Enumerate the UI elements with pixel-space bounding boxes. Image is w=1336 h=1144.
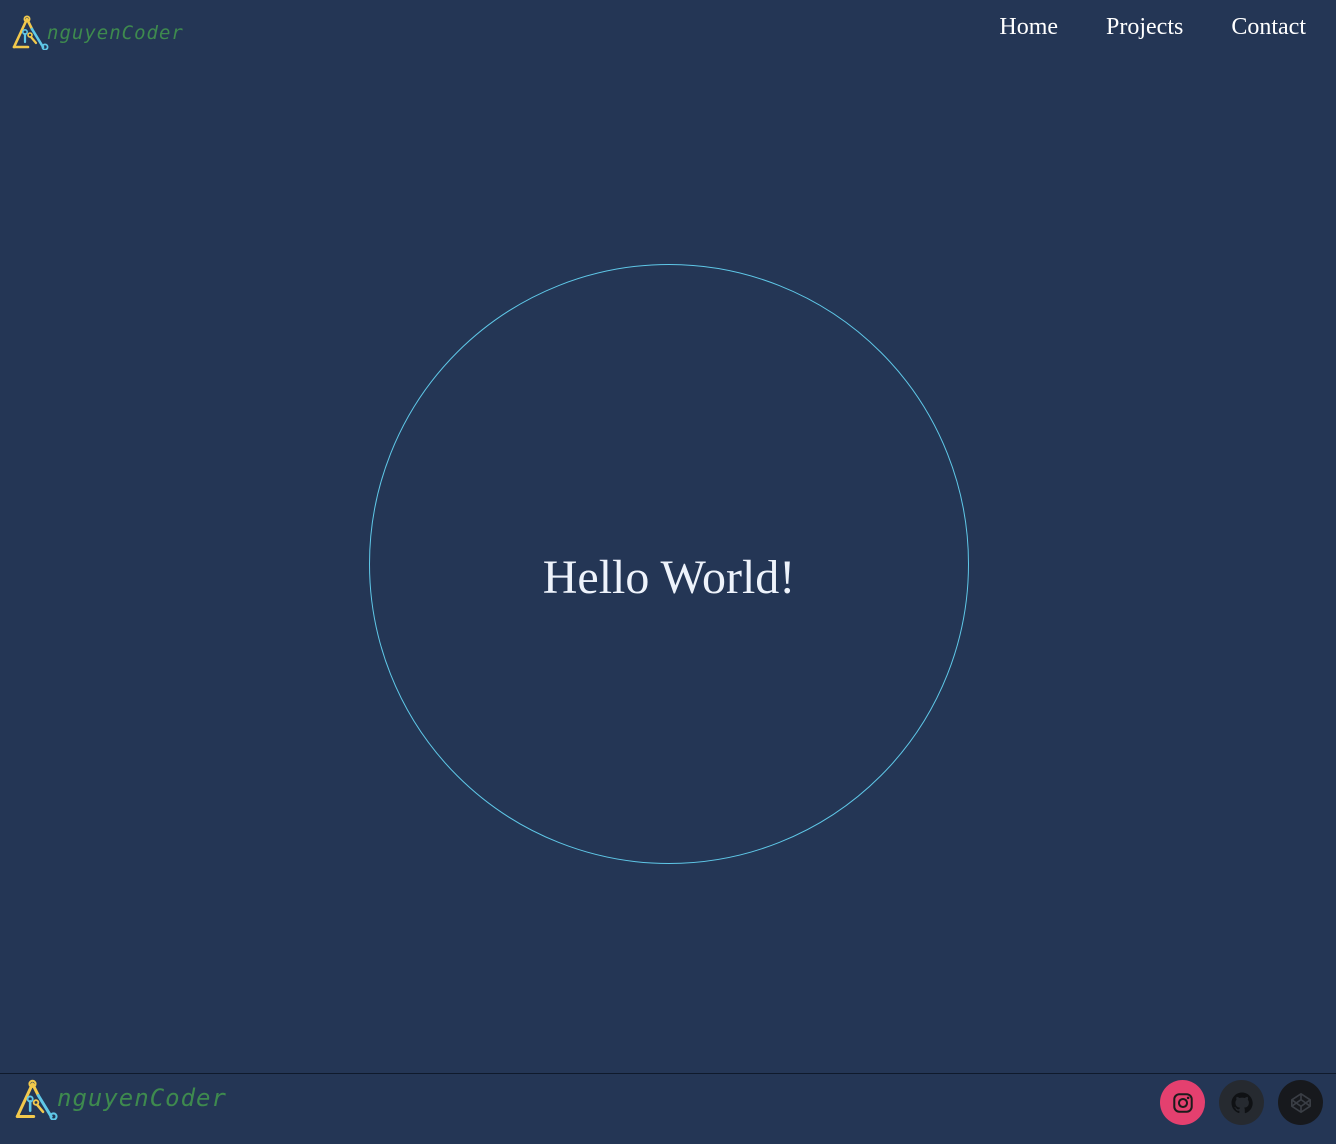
instagram-icon (1172, 1092, 1193, 1113)
hero-heading: Hello World! (542, 551, 796, 604)
a-circuit-logo-icon (15, 1079, 58, 1120)
github-button[interactable] (1219, 1080, 1264, 1125)
codepen-icon (1290, 1092, 1311, 1113)
nav-projects[interactable]: Projects (1106, 12, 1183, 42)
site-header: nguyenCoder Home Projects Contact (0, 0, 1336, 66)
footer-logo[interactable]: nguyenCoder (12, 1078, 227, 1120)
social-links (1160, 1080, 1323, 1125)
nav-contact[interactable]: Contact (1231, 12, 1306, 42)
codepen-button[interactable] (1278, 1080, 1323, 1125)
header-logo[interactable]: nguyenCoder (10, 14, 184, 50)
instagram-button[interactable] (1160, 1080, 1205, 1125)
nav-home[interactable]: Home (999, 12, 1058, 42)
github-icon (1231, 1092, 1253, 1113)
footer-brand-name: nguyenCoder (57, 1084, 227, 1112)
a-circuit-logo-icon (12, 15, 49, 50)
main-nav: Home Projects Contact (999, 12, 1306, 42)
brand-name: nguyenCoder (47, 22, 184, 44)
